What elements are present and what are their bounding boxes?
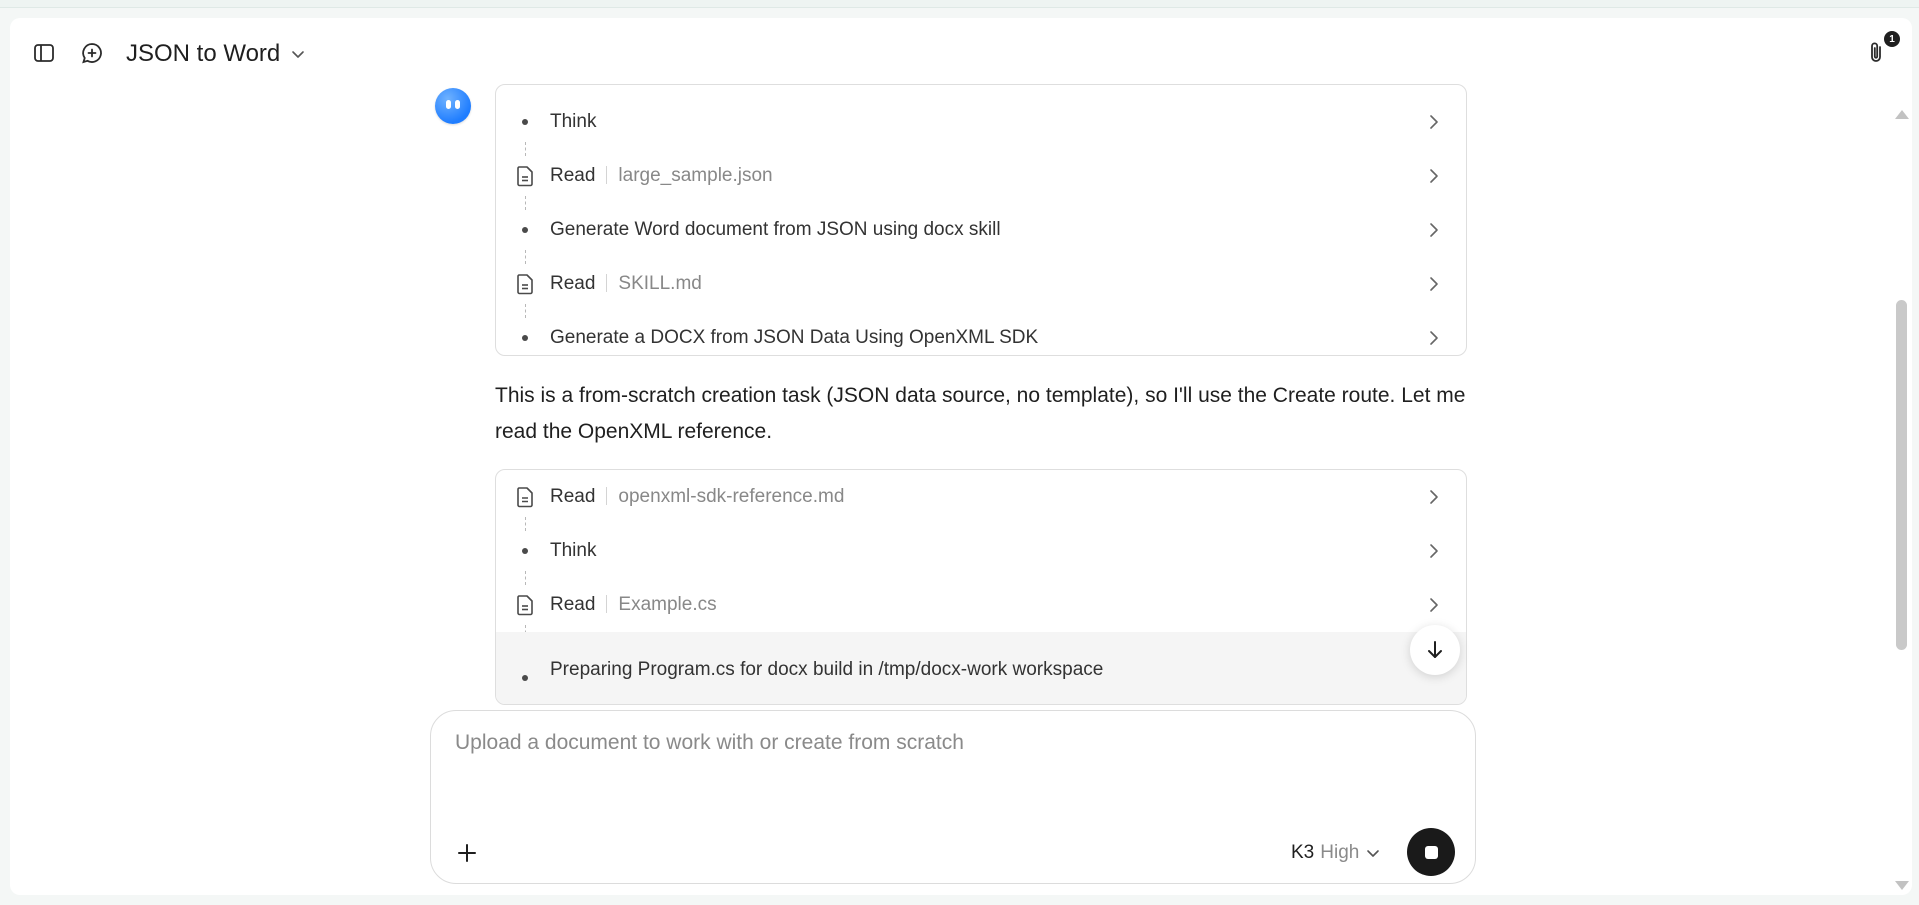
chevron-right-icon — [1430, 598, 1438, 612]
step-preparing-program[interactable]: Preparing Program.cs for docx build in /… — [496, 632, 1466, 704]
file-icon — [517, 595, 533, 616]
bullet-dot — [522, 119, 528, 125]
paperclip-icon — [1871, 42, 1881, 62]
attachment-count-badge: 1 — [1884, 31, 1900, 47]
sidebar-toggle-icon — [34, 44, 54, 62]
avatar-eye-left — [446, 100, 451, 109]
step-read-example[interactable]: Read Example.cs — [496, 578, 1466, 632]
add-attachment-button[interactable] — [449, 835, 485, 871]
step-think[interactable]: Think — [496, 524, 1466, 578]
step-generate-docx[interactable]: Generate a DOCX from JSON Data Using Ope… — [496, 311, 1466, 355]
step-label: Read — [550, 165, 596, 186]
sidebar-toggle-button[interactable] — [26, 35, 62, 71]
assistant-message: This is a from-scratch creation task (JS… — [495, 384, 1466, 443]
chevron-down-icon — [1367, 850, 1380, 857]
bullet-dot — [522, 227, 528, 233]
app-window: JSON to Word 1 Think Read large_sample.j… — [10, 18, 1912, 895]
step-marker — [514, 95, 536, 149]
stop-generation-button[interactable] — [1407, 828, 1455, 876]
step-file-name: large_sample.json — [618, 165, 773, 186]
step-read-skill[interactable]: Read SKILL.md — [496, 257, 1466, 311]
step-label: Generate Word document from JSON using d… — [550, 219, 1001, 240]
chevron-right-icon — [1430, 331, 1438, 345]
steps-card-2: Read openxml-sdk-reference.md Think Read E… — [495, 469, 1467, 705]
step-label: Read — [550, 594, 596, 615]
attachments-button[interactable]: 1 — [1858, 31, 1900, 71]
scrollbar[interactable] — [1890, 88, 1912, 895]
chat-title-dropdown[interactable]: JSON to Word — [126, 36, 306, 72]
step-label: Generate a DOCX from JSON Data Using Ope… — [550, 327, 1039, 348]
step-read-large-sample[interactable]: Read large_sample.json — [496, 149, 1466, 203]
file-icon — [517, 166, 533, 187]
bullet-dot — [522, 335, 528, 341]
divider — [606, 166, 608, 184]
model-name: K3 — [1291, 842, 1315, 863]
new-chat-button[interactable] — [74, 35, 110, 71]
new-chat-icon — [82, 43, 102, 64]
avatar-eye-right — [455, 100, 460, 109]
chevron-right-icon — [1430, 544, 1438, 558]
step-label: Read — [550, 486, 596, 507]
step-label: Think — [550, 540, 597, 561]
scroll-up-icon[interactable] — [1895, 110, 1909, 119]
arrow-down-icon — [1428, 641, 1442, 658]
chevron-right-icon — [1430, 223, 1438, 237]
message-composer: K3 High — [430, 710, 1476, 884]
chevron-right-icon — [1430, 277, 1438, 291]
step-file-name: Example.cs — [618, 594, 717, 615]
step-label: Preparing Program.cs for docx build in /… — [550, 659, 1104, 680]
scroll-to-bottom-button[interactable] — [1410, 625, 1460, 675]
window-top-strip — [0, 0, 1919, 8]
scroll-down-icon[interactable] — [1895, 881, 1909, 890]
divider — [606, 487, 608, 505]
step-label: Read — [550, 273, 596, 294]
chevron-right-icon — [1430, 169, 1438, 183]
divider — [606, 274, 608, 292]
chevron-down-icon — [292, 51, 305, 58]
scrollbar-thumb[interactable] — [1896, 300, 1907, 650]
file-icon — [517, 487, 533, 508]
bullet-dot — [522, 675, 528, 681]
model-selector[interactable]: K3 High — [1291, 839, 1381, 867]
step-generate-word-document[interactable]: Generate Word document from JSON using d… — [496, 203, 1466, 257]
plus-icon — [458, 844, 476, 862]
steps-card-1: Think Read large_sample.json Generate Wor… — [495, 84, 1467, 356]
divider — [606, 595, 608, 613]
assistant-avatar — [435, 88, 471, 124]
message-input[interactable] — [453, 729, 1447, 803]
bullet-dot — [522, 548, 528, 554]
step-file-name: SKILL.md — [618, 273, 702, 294]
file-icon — [517, 274, 533, 295]
model-effort: High — [1320, 842, 1360, 863]
page-title: JSON to Word — [126, 40, 281, 67]
stop-icon — [1424, 845, 1438, 859]
chevron-right-icon — [1430, 490, 1438, 504]
header: JSON to Word 1 — [10, 18, 1912, 88]
step-think[interactable]: Think — [496, 95, 1466, 149]
step-label: Think — [550, 111, 597, 132]
step-file-name: openxml-sdk-reference.md — [618, 486, 845, 507]
chevron-right-icon — [1430, 115, 1438, 129]
step-read-openxml-reference[interactable]: Read openxml-sdk-reference.md — [496, 470, 1466, 524]
